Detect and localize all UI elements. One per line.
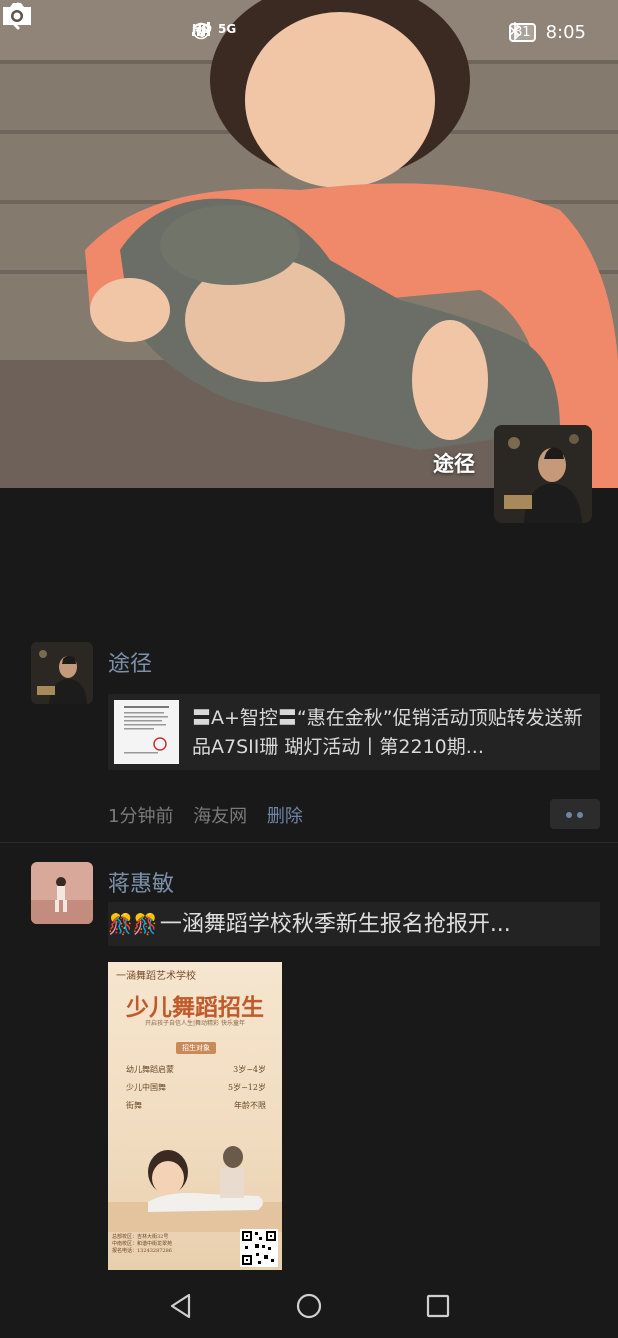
poster-contact: 总部校区：吉林大街32号 中南校区：和谐中街龙翠苑 报名电话：132432872…	[112, 1234, 232, 1255]
post-avatar[interactable]	[31, 642, 93, 704]
poster-age: 5岁~12岁	[228, 1083, 266, 1092]
qr-code-icon	[240, 1229, 278, 1267]
post-divider	[0, 842, 618, 843]
avatar-image	[494, 425, 592, 523]
poster-age: 3岁~4岁	[233, 1065, 266, 1074]
cover-photo[interactable]: HD 5G 81 8:05	[0, 0, 618, 488]
document-thumbnail-icon	[124, 706, 169, 754]
k-badge-icon	[192, 22, 210, 40]
poster-contact-line: 中南校区：和谐中街龙翠苑	[112, 1241, 173, 1247]
poster-contact-line: 报名电话：13243287286	[112, 1248, 172, 1254]
status-bar: HD 5G 81 8:05	[0, 18, 618, 52]
poster-course-row: 少儿中国舞 5岁~12岁	[126, 1082, 266, 1093]
more-options-button[interactable]	[550, 799, 600, 829]
post-time: 1分钟前	[108, 806, 174, 827]
clock: 8:05	[545, 22, 586, 43]
dot-icon	[577, 812, 583, 818]
cover-username[interactable]: 途径	[433, 448, 475, 478]
delete-button[interactable]: 删除	[267, 806, 303, 827]
post-author-name[interactable]: 蒋惠敏	[108, 866, 174, 898]
dot-icon	[566, 812, 572, 818]
nav-recents-icon[interactable]	[423, 1291, 453, 1321]
poster-course: 少儿中国舞	[126, 1083, 166, 1092]
status-right: 81 8:05	[509, 22, 586, 43]
post-source[interactable]: 海友网	[193, 806, 247, 827]
celebration-emoji: 🎊🎊	[108, 912, 158, 936]
poster-age: 年龄不限	[234, 1101, 266, 1110]
system-nav-bar	[0, 1275, 618, 1338]
avatar-image	[31, 862, 93, 924]
nav-back-icon[interactable]	[166, 1291, 196, 1321]
poster-target-label: 招生对象	[176, 1042, 216, 1054]
poster-course: 幼儿舞蹈启蒙	[126, 1065, 174, 1074]
poster-slogan: 开启孩子自信人生|舞动精彩 快乐童年	[145, 1020, 245, 1027]
avatar-image	[31, 642, 93, 704]
cover-image	[0, 0, 618, 488]
link-thumbnail	[114, 700, 179, 764]
camera-icon[interactable]	[0, 0, 34, 28]
network-gen-label: 5G	[218, 22, 237, 36]
poster-girl-illustration	[108, 1146, 282, 1232]
post-avatar[interactable]	[31, 862, 93, 924]
poster-course-row: 街舞 年龄不限	[126, 1100, 266, 1111]
profile-avatar[interactable]	[494, 425, 592, 523]
nav-home-icon[interactable]	[294, 1291, 324, 1321]
post-meta: 1分钟前 海友网 删除	[108, 802, 317, 828]
poster-contact-line: 总部校区：吉林大街32号	[112, 1234, 169, 1240]
poster-course: 街舞	[126, 1101, 142, 1110]
poster-headline: 少儿舞蹈招生	[126, 994, 264, 1021]
post-text-content: 一涵舞蹈学校秋季新生报名抢报开...	[159, 912, 511, 937]
poster-course-row: 幼儿舞蹈启蒙 3岁~4岁	[126, 1064, 266, 1075]
post-author-name[interactable]: 途径	[108, 646, 152, 678]
link-title: 〓A+智控〓“惠在金秋”促销活动顶贴转发送新品A7SII珊 瑚灯活动丨第2210…	[192, 707, 583, 758]
shared-link-card[interactable]: 〓A+智控〓“惠在金秋”促销活动顶贴转发送新品A7SII珊 瑚灯活动丨第2210…	[108, 694, 600, 770]
post-text[interactable]: 🎊🎊一涵舞蹈学校秋季新生报名抢报开...	[108, 902, 600, 946]
network-indicators: HD 5G	[192, 22, 237, 40]
poster-school-name: 一涵舞蹈艺术学校	[116, 971, 196, 982]
post-image[interactable]: 一涵舞蹈艺术学校 少儿舞蹈招生 开启孩子自信人生|舞动精彩 快乐童年 招生对象 …	[108, 962, 282, 1270]
bluetooth-icon	[509, 22, 521, 40]
